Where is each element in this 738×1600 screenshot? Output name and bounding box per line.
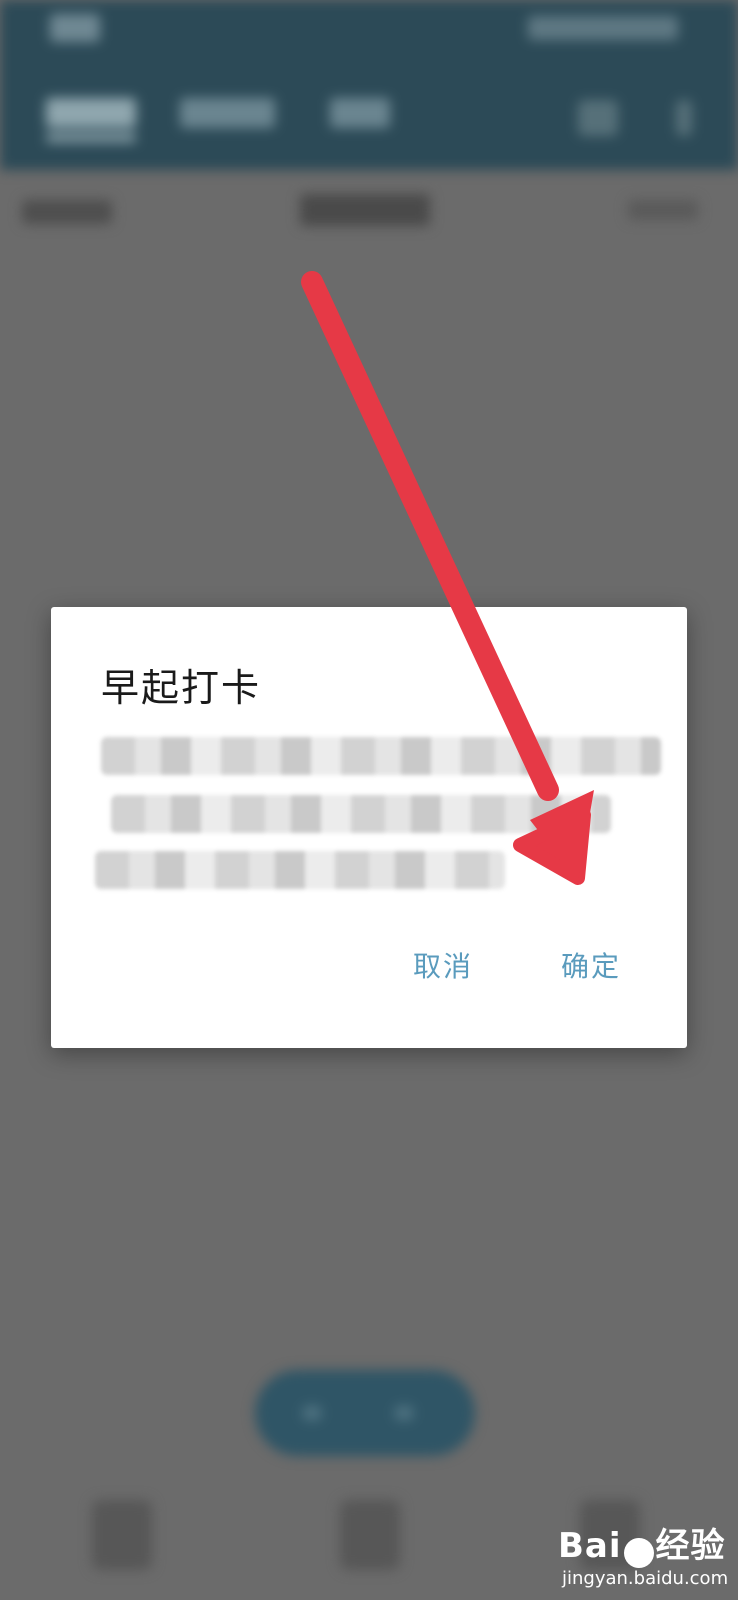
- more-icon: [676, 100, 692, 136]
- dialog-message-redacted: [51, 737, 687, 897]
- fab-label: [395, 1406, 413, 1420]
- nav-tab-indicator: [46, 134, 136, 142]
- date-current: [300, 194, 430, 226]
- redacted-line: [95, 851, 505, 889]
- redacted-line: [101, 737, 661, 775]
- fab-icon: [303, 1406, 321, 1420]
- watermark-brand-cn: 经验: [655, 1526, 726, 1566]
- nav-tab-active: [46, 98, 136, 128]
- cancel-button[interactable]: 取消: [413, 945, 473, 985]
- bottom-nav-item-2: [340, 1500, 400, 1570]
- date-prev: [22, 200, 112, 224]
- date-bar: [0, 170, 738, 250]
- status-bar: [0, 0, 738, 70]
- watermark-brand: Bai: [558, 1526, 622, 1566]
- bottom-nav-item-1: [92, 1500, 152, 1570]
- baidu-paw-icon: [623, 1537, 654, 1568]
- status-indicators: [528, 16, 678, 40]
- nav-tab-2: [180, 98, 275, 128]
- checkin-dialog: 早起打卡 取消 确定: [51, 607, 687, 1048]
- nav-action-icon: [578, 100, 618, 136]
- status-app-icon: [50, 14, 100, 42]
- nav-tab-3: [330, 98, 390, 128]
- floating-action-button: [255, 1370, 475, 1456]
- watermark-site: jingyan.baidu.com: [562, 1567, 729, 1589]
- confirm-button[interactable]: 确定: [561, 945, 621, 985]
- redacted-line: [111, 795, 611, 833]
- top-navigation: [0, 70, 738, 170]
- dialog-actions: 取消 确定: [51, 945, 687, 1005]
- dialog-title: 早起打卡: [101, 666, 262, 710]
- date-next: [628, 200, 698, 220]
- baidu-watermark: Bai 经验 jingyan.baidu.com: [558, 1518, 728, 1589]
